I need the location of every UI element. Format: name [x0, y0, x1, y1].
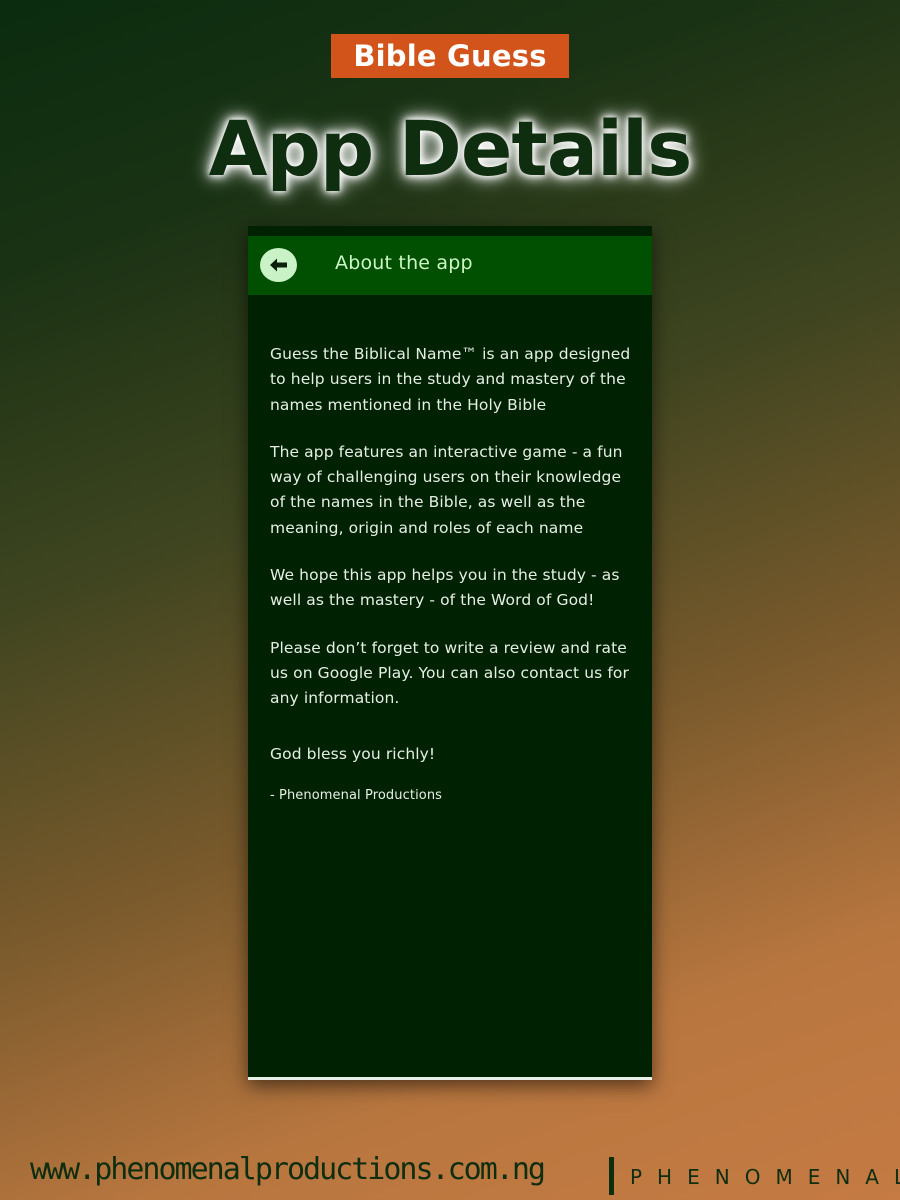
arrow-left-icon	[270, 258, 287, 272]
page-headline: App Details	[208, 104, 693, 193]
about-content: Guess the Biblical Name™ is an app desig…	[270, 342, 636, 805]
about-paragraph: Please don’t forget to write a review an…	[270, 638, 629, 708]
about-paragraph: Guess the Biblical Name™ is an app desig…	[270, 345, 631, 414]
website-url: www.phenomenalproductions.com.ng	[30, 1152, 546, 1187]
badge-text: Bible Guess	[353, 39, 547, 73]
back-button[interactable]	[260, 248, 297, 282]
app-bar: About the app	[248, 236, 652, 295]
about-paragraph: We hope this app helps you in the study …	[270, 566, 620, 610]
app-screenshot: About the app Guess the Biblical Name™ i…	[248, 226, 652, 1080]
footer-divider	[609, 1157, 614, 1195]
about-paragraph: The app features an interactive game - a…	[270, 442, 623, 537]
status-bar	[248, 226, 652, 236]
appbar-title: About the app	[335, 252, 473, 274]
blessing-text: God bless you richly!	[270, 744, 436, 763]
bible-guess-badge: Bible Guess	[331, 34, 569, 78]
brand-logo: PHENOMENAL	[630, 1165, 900, 1189]
signature-text: - Phenomenal Productions	[270, 787, 443, 803]
